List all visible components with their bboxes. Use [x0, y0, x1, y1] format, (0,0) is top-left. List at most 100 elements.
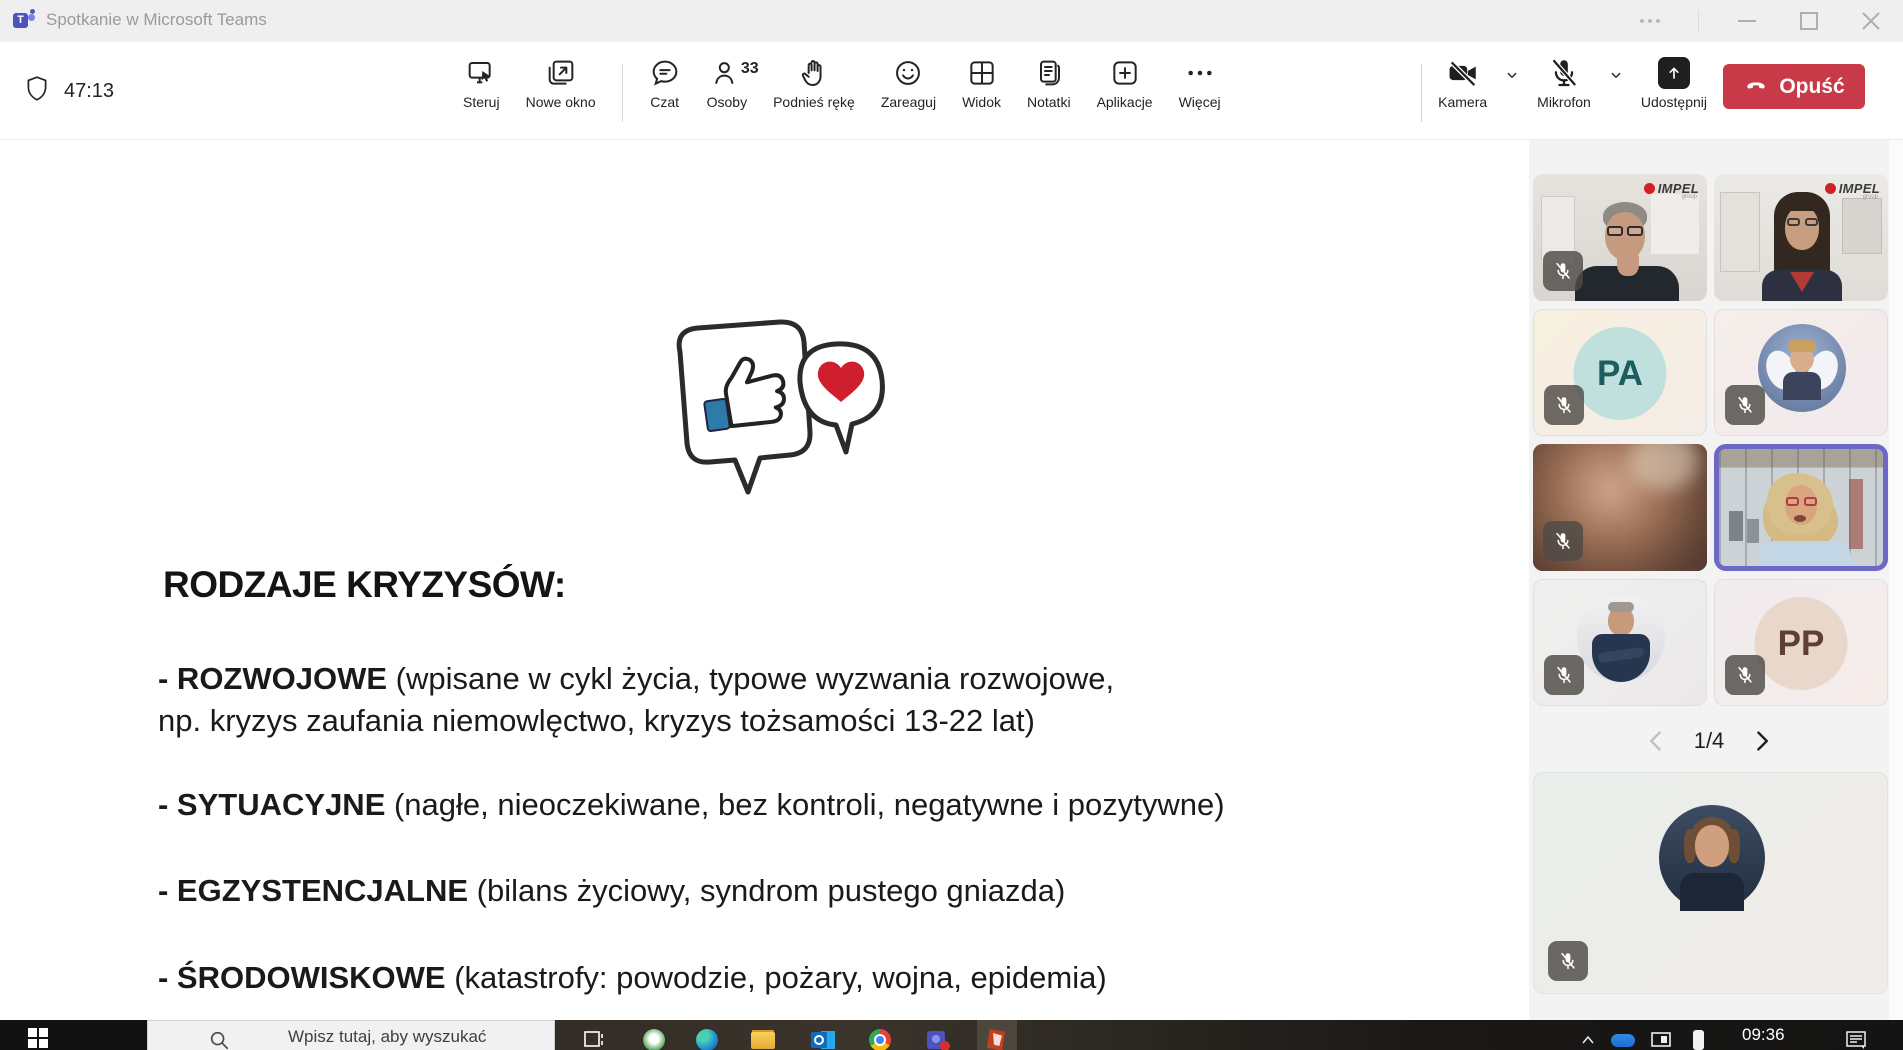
window-titlebar: T Spotkanie w Microsoft Teams: [0, 0, 1903, 42]
like-bubble: [679, 322, 810, 492]
impel-logo-icon: [1825, 183, 1836, 194]
file-explorer-icon[interactable]: [750, 1027, 776, 1050]
toolbar-divider: [1421, 64, 1422, 122]
action-center-icon[interactable]: [1843, 1027, 1869, 1050]
more-dots-icon: [1184, 56, 1216, 90]
view-grid-icon: [966, 56, 998, 90]
pager-next-icon[interactable]: [1752, 729, 1772, 753]
close-icon[interactable]: [1857, 7, 1885, 35]
participant-initials: PP: [1755, 597, 1848, 690]
raise-hand-icon: [798, 56, 830, 90]
participants-pager: 1/4: [1529, 725, 1889, 757]
wiecej-button[interactable]: Więcej: [1179, 56, 1221, 110]
steruj-button[interactable]: Steruj: [463, 56, 500, 110]
udostepnij-button[interactable]: Udostępnij: [1641, 56, 1707, 110]
slide-paragraph: - ROZWOJOWE (wpisane w cykl życia, typow…: [158, 658, 1114, 742]
windows-taskbar: 09:36: [0, 1020, 1903, 1050]
mic-muted-icon: [1725, 655, 1765, 695]
czat-button[interactable]: Czat: [649, 56, 681, 110]
teams-meeting-window: T Spotkanie w Microsoft Teams 47:13: [0, 0, 1903, 1050]
person-silhouette: [1719, 449, 1883, 566]
camera-off-icon: [1446, 56, 1480, 90]
pager-indicator: 1/4: [1694, 728, 1725, 754]
notes-icon: [1033, 56, 1065, 90]
nowe-okno-button[interactable]: Nowe okno: [526, 56, 596, 110]
react-smiley-icon: [892, 56, 924, 90]
impel-logo-icon: [1644, 183, 1655, 194]
participants-sidebar: IMPELgroup IMPELgroup: [1529, 140, 1903, 1020]
kamera-button[interactable]: Kamera: [1438, 56, 1487, 110]
chrome-app-icon[interactable]: [867, 1027, 893, 1050]
phone-tray-icon[interactable]: [1685, 1027, 1711, 1050]
shared-screen-slide: RODZAJE KRYZYSÓW: - ROZWOJOWE (wpisane w…: [0, 140, 1529, 1020]
pager-prev-icon[interactable]: [1646, 729, 1666, 753]
slide-paragraph: - ŚRODOWISKOWE (katastrofy: powodzie, po…: [158, 957, 1107, 999]
participant-count: 33: [741, 60, 759, 78]
onedrive-tray-icon[interactable]: [1610, 1027, 1636, 1050]
edge-app-icon[interactable]: [694, 1027, 720, 1050]
participant-tile-avatar[interactable]: [1533, 579, 1707, 706]
taskbar-search[interactable]: [147, 1020, 555, 1050]
leave-label: Opuść: [1779, 75, 1844, 99]
camera-chevron-down-icon[interactable]: [1503, 66, 1521, 87]
widok-button[interactable]: Widok: [962, 56, 1001, 110]
teams-taskbar-icon[interactable]: [925, 1027, 951, 1050]
popout-window-icon: [545, 56, 577, 90]
apps-plus-icon: [1109, 56, 1141, 90]
mic-muted-icon: [1548, 941, 1588, 981]
share-screen-icon: [1658, 56, 1690, 90]
mic-off-icon: [1547, 56, 1581, 90]
meeting-toolbar: 47:13 Steruj Nowe okno: [0, 42, 1903, 140]
mic-muted-icon: [1544, 655, 1584, 695]
shield-icon: [24, 75, 50, 108]
participant-tile-initials[interactable]: PA: [1533, 309, 1707, 436]
video-tile-active-speaker[interactable]: [1714, 444, 1888, 571]
participant-tile-avatar[interactable]: [1714, 309, 1888, 436]
powerpoint-app-icon[interactable]: [984, 1027, 1010, 1050]
notatki-button[interactable]: Notatki: [1027, 56, 1071, 110]
aplikacje-button[interactable]: Aplikacje: [1097, 56, 1153, 110]
mikrofon-button[interactable]: Mikrofon: [1537, 56, 1591, 110]
hangup-phone-icon: [1743, 71, 1769, 103]
search-input[interactable]: [288, 1027, 538, 1047]
speech-bubbles-illustration: [640, 312, 892, 535]
search-icon: [208, 1029, 230, 1050]
screen-control-icon: [465, 56, 497, 90]
participant-tile-initials[interactable]: PP: [1714, 579, 1888, 706]
sidebar-right-gutter: [1889, 140, 1903, 1020]
mic-muted-icon: [1543, 251, 1583, 291]
mic-muted-icon: [1544, 385, 1584, 425]
titlebar-more-icon[interactable]: [1636, 7, 1664, 35]
tray-chevron-up-icon[interactable]: [1575, 1027, 1601, 1050]
video-tile-blurred[interactable]: [1533, 444, 1707, 571]
outlook-app-icon[interactable]: [810, 1027, 836, 1050]
participant-tile-large[interactable]: [1533, 772, 1888, 994]
video-tile[interactable]: IMPELgroup: [1714, 174, 1888, 301]
osoby-button[interactable]: 33 Osoby: [707, 56, 747, 110]
participant-initials: PA: [1574, 327, 1667, 420]
teams-app-icon: T: [13, 9, 37, 33]
meeting-timer: 47:13: [64, 80, 114, 103]
people-icon: 33: [711, 56, 743, 90]
start-zone: [0, 1020, 147, 1050]
slide-paragraph: - EGZYSTENCJALNE (bilans życiowy, syndro…: [158, 870, 1065, 912]
video-tile[interactable]: IMPELgroup: [1533, 174, 1707, 301]
slide-heading: RODZAJE KRYZYSÓW:: [163, 564, 566, 606]
taskbar-clock[interactable]: 09:36: [1742, 1025, 1785, 1045]
webex-app-icon[interactable]: [641, 1027, 667, 1050]
maximize-icon[interactable]: [1795, 7, 1823, 35]
display-tray-icon[interactable]: [1648, 1027, 1674, 1050]
mic-muted-icon: [1725, 385, 1765, 425]
start-button[interactable]: [28, 1028, 48, 1048]
opusc-leave-button[interactable]: Opuść: [1723, 64, 1865, 109]
slide-paragraph: - SYTUACYJNE (nagłe, nieoczekiwane, bez …: [158, 784, 1225, 826]
titlebar-divider: [1698, 10, 1699, 32]
toolbar-divider: [622, 64, 623, 122]
zareaguj-button[interactable]: Zareaguj: [881, 56, 936, 110]
minimize-icon[interactable]: [1733, 7, 1761, 35]
task-view-icon[interactable]: [580, 1027, 606, 1050]
podnies-reke-button[interactable]: Podnieś rękę: [773, 56, 855, 110]
chat-icon: [649, 56, 681, 90]
mic-chevron-down-icon[interactable]: [1607, 66, 1625, 87]
mic-muted-icon: [1543, 521, 1583, 561]
